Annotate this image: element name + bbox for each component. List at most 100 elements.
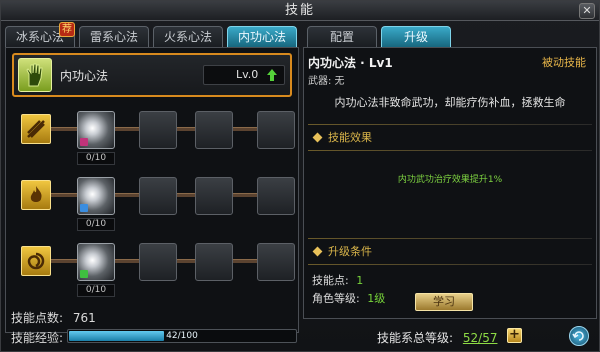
tab-ice[interactable]: 冰系心法 荐 bbox=[5, 22, 75, 47]
tree-connector bbox=[51, 127, 77, 131]
tab-label: 配置 bbox=[329, 30, 354, 44]
tree-connector bbox=[115, 193, 139, 197]
condition-value: 1级 bbox=[367, 292, 386, 305]
tab-upgrade[interactable]: 升级 bbox=[381, 26, 451, 47]
skill-row-1: 0/10 bbox=[6, 106, 300, 168]
learn-button[interactable]: 学习 bbox=[415, 293, 473, 311]
level-value: Lv.0 bbox=[236, 68, 259, 81]
refresh-icon bbox=[572, 331, 584, 341]
divider bbox=[308, 238, 592, 239]
skill-row-2: 0/10 bbox=[6, 172, 300, 234]
skill-node-locked[interactable] bbox=[257, 177, 295, 215]
level-up-arrow-icon bbox=[267, 69, 277, 81]
tree-connector bbox=[115, 127, 139, 131]
effect-text: 内功武功治疗效果提升1% bbox=[397, 175, 503, 185]
skill-node-locked[interactable] bbox=[139, 243, 177, 281]
tree-connector bbox=[51, 193, 77, 197]
flame-skill-icon[interactable] bbox=[21, 180, 51, 210]
condition-label: 技能点: bbox=[312, 274, 349, 287]
tree-connector bbox=[233, 259, 257, 263]
tab-label: 内功心法 bbox=[237, 30, 286, 44]
element-badge bbox=[80, 138, 88, 146]
tree-connector bbox=[233, 127, 257, 131]
tree-connector bbox=[115, 259, 139, 263]
condition-value: 1 bbox=[356, 274, 364, 287]
skill-tree-panel: 冰系心法 荐 雷系心法 火系心法 内功心法 内功心法 Lv.0 0/10 0/1… bbox=[5, 22, 299, 349]
skill-detail: 内功心法 · Lv1 被动技能 武器: 无 内功心法非致命武功，却能疗伤补血，拯… bbox=[303, 47, 597, 319]
skill-node-count: 0/10 bbox=[77, 218, 115, 231]
element-badge bbox=[80, 270, 88, 278]
skill-exp-text: 42/100 bbox=[166, 331, 198, 341]
window-titlebar: 技能 ✕ bbox=[1, 1, 599, 21]
condition-label: 角色等级: bbox=[312, 292, 360, 305]
tree-connector bbox=[177, 259, 195, 263]
detail-description: 内功心法非致命武功，却能疗伤补血，拯救生命 bbox=[334, 96, 566, 109]
divider bbox=[308, 264, 592, 265]
tree-connector bbox=[51, 259, 77, 263]
element-badge bbox=[80, 204, 88, 212]
tab-inner[interactable]: 内功心法 bbox=[227, 26, 297, 47]
skill-node-count: 0/10 bbox=[77, 152, 115, 165]
diamond-icon bbox=[312, 246, 323, 257]
skill-points: 技能点数: 761 bbox=[11, 309, 96, 326]
skill-node-learned[interactable] bbox=[77, 177, 115, 215]
school-tabs: 冰系心法 荐 雷系心法 火系心法 内功心法 bbox=[5, 22, 299, 47]
window-title: 技能 bbox=[284, 3, 315, 18]
skill-node-locked[interactable] bbox=[139, 111, 177, 149]
close-icon: ✕ bbox=[582, 4, 592, 17]
tree-connector bbox=[233, 193, 257, 197]
skill-node-learned[interactable] bbox=[77, 111, 115, 149]
skill-node-locked[interactable] bbox=[257, 111, 295, 149]
tree-connector bbox=[177, 127, 195, 131]
school-total-level: 技能系总等级: 52/57 bbox=[377, 329, 497, 346]
skill-node-locked[interactable] bbox=[195, 111, 233, 149]
effect-section-header: 技能效果 bbox=[308, 130, 592, 146]
skill-row-3: 0/10 bbox=[6, 238, 300, 300]
skill-node-locked[interactable] bbox=[195, 177, 233, 215]
selected-skill-name: 内功心法 bbox=[60, 69, 109, 83]
skill-exp-label: 技能经验: bbox=[11, 331, 64, 345]
total-label: 技能系总等级: bbox=[377, 331, 454, 345]
add-level-button[interactable]: + bbox=[507, 328, 522, 343]
recommend-badge: 荐 bbox=[59, 22, 75, 37]
divider bbox=[308, 150, 592, 151]
condition-skill-points: 技能点: 1 bbox=[312, 272, 363, 288]
skill-node-locked[interactable] bbox=[195, 243, 233, 281]
tab-label: 冰系心法 bbox=[15, 30, 64, 44]
skill-window: 技能 ✕ 冰系心法 荐 雷系心法 火系心法 内功心法 内功心法 Lv.0 0/1… bbox=[0, 0, 600, 352]
skill-points-value: 761 bbox=[72, 311, 96, 325]
tab-label: 火系心法 bbox=[163, 30, 212, 44]
tab-config[interactable]: 配置 bbox=[307, 26, 377, 47]
tree-connector bbox=[177, 193, 195, 197]
detail-weapon: 武器: 无 bbox=[308, 76, 345, 87]
skill-node-count: 0/10 bbox=[77, 284, 115, 297]
skill-node-learned[interactable] bbox=[77, 243, 115, 281]
selected-skill-card[interactable]: 内功心法 Lv.0 bbox=[12, 53, 292, 97]
tab-fire[interactable]: 火系心法 bbox=[153, 26, 223, 47]
selected-skill-level: Lv.0 bbox=[203, 65, 285, 85]
palm-skill-icon bbox=[18, 58, 52, 92]
condition-role-level: 角色等级: 1级 bbox=[312, 290, 385, 306]
skill-node-locked[interactable] bbox=[257, 243, 295, 281]
skill-points-label: 技能点数: bbox=[11, 311, 64, 325]
passive-tag: 被动技能 bbox=[542, 56, 586, 69]
tab-label: 升级 bbox=[403, 30, 428, 44]
tab-thunder[interactable]: 雷系心法 bbox=[79, 26, 149, 47]
skill-exp-bar: 42/100 bbox=[67, 329, 297, 343]
tab-label: 雷系心法 bbox=[89, 30, 138, 44]
skill-detail-panel: 配置 升级 内功心法 · Lv1 被动技能 武器: 无 内功心法非致命武功，却能… bbox=[303, 23, 597, 349]
detail-title: 内功心法 · Lv1 bbox=[308, 56, 393, 70]
total-value[interactable]: 52/57 bbox=[463, 331, 498, 345]
slash-skill-icon[interactable] bbox=[21, 114, 51, 144]
condition-section-header: 升级条件 bbox=[308, 244, 592, 260]
skill-tree: 内功心法 Lv.0 0/10 0/10 0/10 bbox=[5, 47, 299, 333]
skill-node-locked[interactable] bbox=[139, 177, 177, 215]
swirl-skill-icon[interactable] bbox=[21, 246, 51, 276]
condition-header-label: 升级条件 bbox=[328, 245, 372, 258]
diamond-icon bbox=[312, 132, 323, 143]
refresh-button[interactable] bbox=[569, 326, 589, 346]
plus-icon: + bbox=[509, 327, 520, 342]
close-button[interactable]: ✕ bbox=[579, 3, 595, 19]
effect-header-label: 技能效果 bbox=[328, 131, 372, 144]
divider bbox=[308, 124, 592, 125]
